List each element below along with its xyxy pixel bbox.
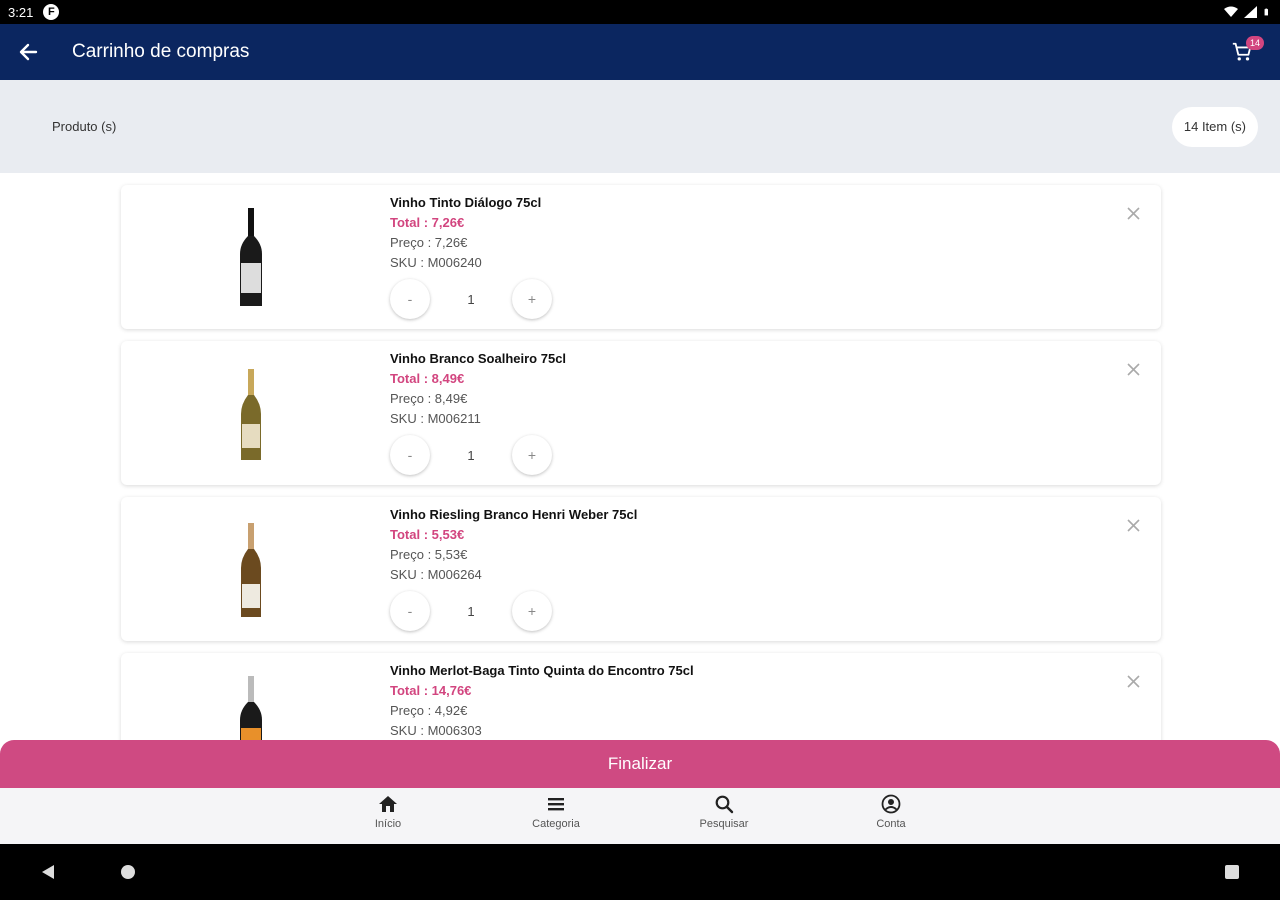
close-icon (1126, 206, 1140, 220)
page-title: Carrinho de compras (72, 41, 250, 62)
nav-item-account[interactable]: Conta (846, 794, 936, 840)
quantity-stepper: - 1 + (390, 279, 552, 319)
back-button[interactable] (0, 24, 56, 80)
product-image (221, 515, 281, 625)
nav-item-category[interactable]: Categoria (511, 794, 601, 840)
quantity-stepper: - 1 + (390, 435, 552, 475)
bottom-navigation: Início Categoria Pesquisar Conta (0, 788, 1280, 844)
increase-quantity-button[interactable]: + (512, 435, 552, 475)
status-time: 3:21 (8, 4, 34, 20)
quantity-value: 1 (467, 447, 475, 463)
product-sku: SKU : M006303 (390, 723, 482, 738)
nav-item-label: Início (374, 818, 402, 830)
nav-item-search[interactable]: Pesquisar (679, 794, 769, 840)
close-icon (1126, 518, 1140, 532)
system-home-button[interactable] (118, 862, 138, 882)
product-total: Total : 14,76€ (390, 683, 472, 698)
remove-item-button[interactable] (1123, 203, 1143, 223)
notification-app-icon: F (43, 4, 60, 20)
status-bar: 3:21 F (0, 0, 1280, 24)
quantity-value: 1 (467, 603, 475, 619)
remove-item-button[interactable] (1123, 359, 1143, 379)
system-navigation-bar (0, 844, 1280, 900)
quantity-stepper: - 1 + (390, 591, 552, 631)
item-count-badge: 14 Item (s) (1171, 106, 1258, 147)
menu-icon (548, 798, 564, 811)
checkout-button[interactable]: Finalizar (0, 740, 1280, 788)
nav-item-label: Pesquisar (699, 818, 749, 830)
home-icon (379, 796, 397, 812)
wine-bottle-icon (240, 676, 262, 740)
remove-item-button[interactable] (1123, 671, 1143, 691)
product-image (221, 671, 281, 740)
search-icon (715, 795, 734, 814)
increase-quantity-button[interactable]: + (512, 279, 552, 319)
wifi-icon (1224, 6, 1238, 17)
battery-icon (1264, 8, 1268, 16)
decrease-quantity-button[interactable]: - (390, 591, 430, 631)
product-name[interactable]: Vinho Merlot-Baga Tinto Quinta do Encont… (390, 661, 694, 681)
product-sku: SKU : M006240 (390, 255, 482, 270)
products-label: Produto (s) (52, 119, 117, 134)
cart-item-list[interactable]: Vinho Tinto Diálogo 75cl Total : 7,26€ P… (0, 173, 1280, 740)
nav-item-home[interactable]: Início (343, 794, 433, 840)
signal-icon (1244, 6, 1257, 18)
triangle-back-icon (42, 865, 54, 879)
app-bar: Carrinho de compras 14 (0, 24, 1280, 80)
nav-item-label: Categoria (532, 818, 580, 830)
remove-item-button[interactable] (1123, 515, 1143, 535)
quantity-value: 1 (467, 291, 475, 307)
product-price: Preço : 7,26€ (390, 235, 468, 250)
decrease-quantity-button[interactable]: - (390, 435, 430, 475)
product-total: Total : 5,53€ (390, 527, 465, 542)
close-icon (1126, 362, 1140, 376)
system-back-button[interactable] (38, 862, 58, 882)
cart-button[interactable]: 14 (1222, 32, 1264, 72)
decrease-quantity-button[interactable]: - (390, 279, 430, 319)
increase-quantity-button[interactable]: + (512, 591, 552, 631)
circle-home-icon (121, 865, 135, 879)
product-name[interactable]: Vinho Riesling Branco Henri Weber 75cl (390, 505, 637, 525)
cart-item-card: Vinho Tinto Diálogo 75cl Total : 7,26€ P… (121, 185, 1161, 329)
product-price: Preço : 8,49€ (390, 391, 468, 406)
system-recents-button[interactable] (1222, 862, 1242, 882)
cart-summary-bar: Produto (s) 14 Item (s) (0, 80, 1280, 173)
square-recents-icon (1225, 865, 1239, 879)
product-sku: SKU : M006264 (390, 567, 482, 582)
product-image (221, 203, 281, 313)
account-icon (881, 794, 901, 814)
product-price: Preço : 5,53€ (390, 547, 468, 562)
cart-item-card: Vinho Riesling Branco Henri Weber 75cl T… (121, 497, 1161, 641)
product-image (221, 359, 281, 469)
product-name[interactable]: Vinho Tinto Diálogo 75cl (390, 193, 541, 213)
cart-item-card: Vinho Branco Soalheiro 75cl Total : 8,49… (121, 341, 1161, 485)
wine-bottle-icon (241, 369, 261, 460)
wine-bottle-icon (240, 208, 262, 306)
wine-bottle-icon (241, 523, 261, 617)
product-price: Preço : 4,92€ (390, 703, 468, 718)
product-name[interactable]: Vinho Branco Soalheiro 75cl (390, 349, 566, 369)
nav-item-label: Conta (876, 818, 906, 830)
cart-item-card: Vinho Merlot-Baga Tinto Quinta do Encont… (121, 653, 1161, 740)
arrow-left-icon (19, 43, 38, 61)
product-total: Total : 7,26€ (390, 215, 465, 230)
product-sku: SKU : M006211 (390, 411, 481, 426)
close-icon (1126, 674, 1140, 688)
cart-count-badge: 14 (1246, 36, 1264, 50)
product-total: Total : 8,49€ (390, 371, 465, 386)
